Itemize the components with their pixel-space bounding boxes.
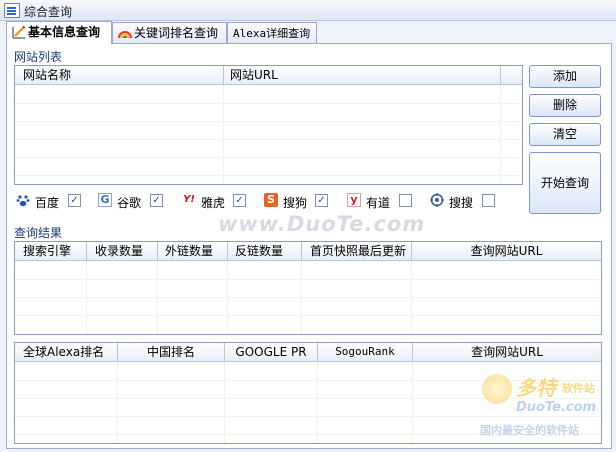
baidu-paw-icon [16,193,30,207]
clear-button[interactable]: 清空 [529,123,601,146]
grid-line [15,175,522,176]
engine-soso-label: 搜搜 [449,196,474,210]
column-header-query-url[interactable]: 查询网站URL [412,242,601,260]
results-label: 查询结果 [14,226,63,240]
google-g-icon: G [98,193,112,207]
column-header-search-engine[interactable]: 搜索引擎 [15,242,87,260]
watermark-main: www.DuoTe.com [218,212,426,236]
column-header-indexed-count[interactable]: 收录数量 [87,242,158,260]
column-header-global-alexa-rank[interactable]: 全球Alexa排名 [15,343,118,361]
brand-watermark: 多特 软件站 DuoTe.com 国内最安全的软件站 [480,370,612,448]
engine-sogou-label: 搜狗 [283,196,308,210]
column-header-sogou-rank[interactable]: SogouRank [318,343,413,361]
youdao-y-icon: y [347,193,361,207]
results-header: 搜索引擎 收录数量 外链数量 反链数量 首页快照最后更新 查询网站URL [15,242,601,261]
engine-baidu-checkbox[interactable]: ✓ [68,194,81,207]
soso-compass-icon [430,193,444,207]
column-header-outbound-links[interactable]: 外链数量 [158,242,228,260]
tab-basic-info-label: 基本信息查询 [28,25,101,39]
grid-line [223,85,224,184]
grid-line [15,297,601,298]
brand-slogan: 国内最安全的软件站 [480,424,579,437]
grid-line [15,139,522,140]
column-header-snapshot-date[interactable]: 首页快照最后更新 [302,242,412,260]
engine-yahoo: Y! 雅虎 ✓ [182,193,252,210]
brand-sub: 软件站 [562,382,595,395]
site-list-header: 网站名称 网站URL [15,66,522,85]
tab-basic-info[interactable]: 基本信息查询 [6,21,112,44]
column-header-site-url[interactable]: 网站URL [224,66,501,84]
tab-alexa-detail[interactable]: Alexa详细查询 [227,22,317,43]
grid-line [15,121,522,122]
engine-sogou: S 搜狗 ✓ [264,193,334,210]
yahoo-y-icon: Y! [183,194,195,205]
tab-keyword-rank[interactable]: 关键词排名查询 [112,22,227,43]
engine-google: G 谷歌 ✓ [98,193,168,210]
site-list-table[interactable]: 网站名称 网站URL [14,65,523,185]
sogou-s-icon: S [264,193,278,207]
engine-youdao-label: 有道 [366,196,391,210]
tab-alexa-detail-label: Alexa详细查询 [233,27,311,40]
engine-google-checkbox[interactable]: ✓ [150,194,163,207]
title-bar: 综合查询 [0,0,616,21]
column-header-site-name[interactable]: 网站名称 [15,66,224,84]
engine-baidu: 百度 ✓ [16,193,86,210]
grid-line [317,362,318,443]
engine-sogou-checkbox[interactable]: ✓ [315,194,328,207]
engine-soso: 搜搜 [430,193,510,210]
add-button[interactable]: 添加 [529,65,601,88]
engine-selector-row: 百度 ✓ G 谷歌 ✓ Y! 雅虎 ✓ S 搜狗 ✓ y 有道 搜搜 [16,193,521,210]
engine-google-label: 谷歌 [117,196,142,210]
tab-keyword-rank-label: 关键词排名查询 [134,26,219,40]
column-header-china-rank[interactable]: 中国排名 [118,343,225,361]
grid-line [15,103,522,104]
start-query-button[interactable]: 开始查询 [529,152,601,214]
engine-baidu-label: 百度 [35,196,60,210]
grid-line [224,362,225,443]
brand-url: DuoTe.com [516,400,597,415]
grid-line [15,157,522,158]
engine-youdao-checkbox[interactable] [399,194,412,207]
grid-line [15,315,601,316]
results-table[interactable]: 搜索引擎 收录数量 外链数量 反链数量 首页快照最后更新 查询网站URL [14,241,602,335]
grid-line [500,85,501,184]
brand-mascot-icon [482,374,512,404]
app-icon [4,3,20,18]
engine-youdao: y 有道 [347,193,417,210]
pencil-chart-icon [12,25,26,39]
alexa-results-header: 全球Alexa排名 中国排名 GOOGLE PR SogouRank 查询网站U… [15,343,601,362]
window-title: 综合查询 [24,5,73,19]
engine-yahoo-label: 雅虎 [201,196,226,210]
grid-line [412,362,413,443]
delete-button[interactable]: 删除 [529,94,601,117]
column-header-backlinks[interactable]: 反链数量 [228,242,302,260]
engine-soso-checkbox[interactable] [482,194,495,207]
engine-yahoo-checkbox[interactable]: ✓ [233,194,246,207]
grid-line [15,279,601,280]
brand-name: 多特 [516,376,556,400]
rainbow-icon [118,26,132,40]
grid-line [117,362,118,443]
column-header-google-pr[interactable]: GOOGLE PR [225,343,318,361]
column-header-alexa-query-url[interactable]: 查询网站URL [413,343,601,361]
site-list-label: 网站列表 [14,50,63,64]
